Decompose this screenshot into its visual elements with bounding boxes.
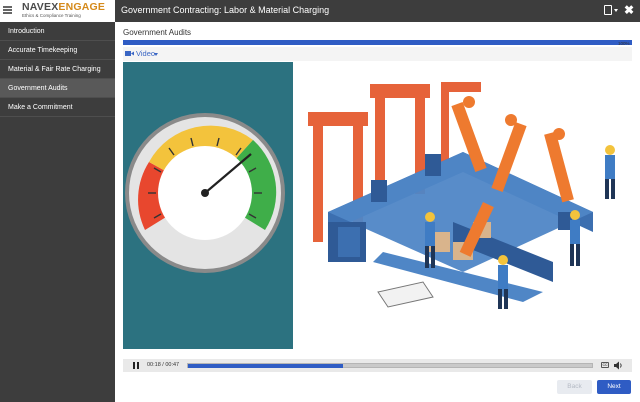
media-selector-bar: Video (123, 47, 632, 61)
closed-captions-icon[interactable]: CC (601, 362, 609, 368)
video-camera-icon (125, 51, 134, 56)
video-controls: 00:18 / 00:47 CC (123, 359, 632, 372)
menu-icon[interactable] (3, 6, 12, 14)
course-progress-fill (123, 40, 632, 45)
document-icon[interactable] (604, 5, 612, 15)
sidebar-item-material-fair-rate-charging[interactable]: Material & Fair Rate Charging (0, 60, 115, 79)
video-seek-bar[interactable] (187, 363, 593, 368)
page-title: Government Audits (123, 28, 192, 37)
chevron-down-icon[interactable] (154, 53, 158, 56)
video-illustration (125, 82, 615, 309)
close-icon[interactable]: ✖ (624, 3, 634, 17)
gauge-illustration (125, 113, 285, 273)
logo-engage-text: ENGAGE (58, 1, 106, 13)
next-button[interactable]: Next (597, 380, 631, 394)
pause-icon[interactable] (133, 362, 139, 369)
volume-icon[interactable] (614, 361, 623, 370)
sidebar-item-introduction[interactable]: Introduction (0, 22, 115, 41)
video-player[interactable] (123, 62, 632, 349)
logo-navex-text: NAVEX (22, 1, 59, 13)
sidebar-item-make-a-commitment[interactable]: Make a Commitment (0, 98, 115, 117)
video-time: 00:18 / 00:47 (147, 362, 180, 368)
logo-tagline: Ethics & Compliance Training (22, 13, 81, 18)
chevron-down-icon[interactable] (614, 9, 618, 12)
media-type-dropdown[interactable]: Video (136, 49, 155, 58)
back-button[interactable]: Back (557, 380, 592, 394)
sidebar: Introduction Accurate Timekeeping Materi… (0, 22, 115, 402)
course-title: Government Contracting: Labor & Material… (121, 5, 330, 15)
sidebar-item-accurate-timekeeping[interactable]: Accurate Timekeeping (0, 41, 115, 60)
sidebar-item-government-audits[interactable]: Government Audits (0, 79, 115, 98)
video-seek-fill (188, 364, 343, 368)
course-progress-bar (123, 40, 632, 45)
factory-illustration (308, 82, 615, 309)
brand-logo: NAVEXENGAGE (22, 1, 105, 13)
logo-area: NAVEXENGAGE Ethics & Compliance Training (0, 0, 115, 22)
top-bar: NAVEXENGAGE Ethics & Compliance Training… (0, 0, 640, 22)
course-progress-label: 100% (618, 41, 630, 46)
